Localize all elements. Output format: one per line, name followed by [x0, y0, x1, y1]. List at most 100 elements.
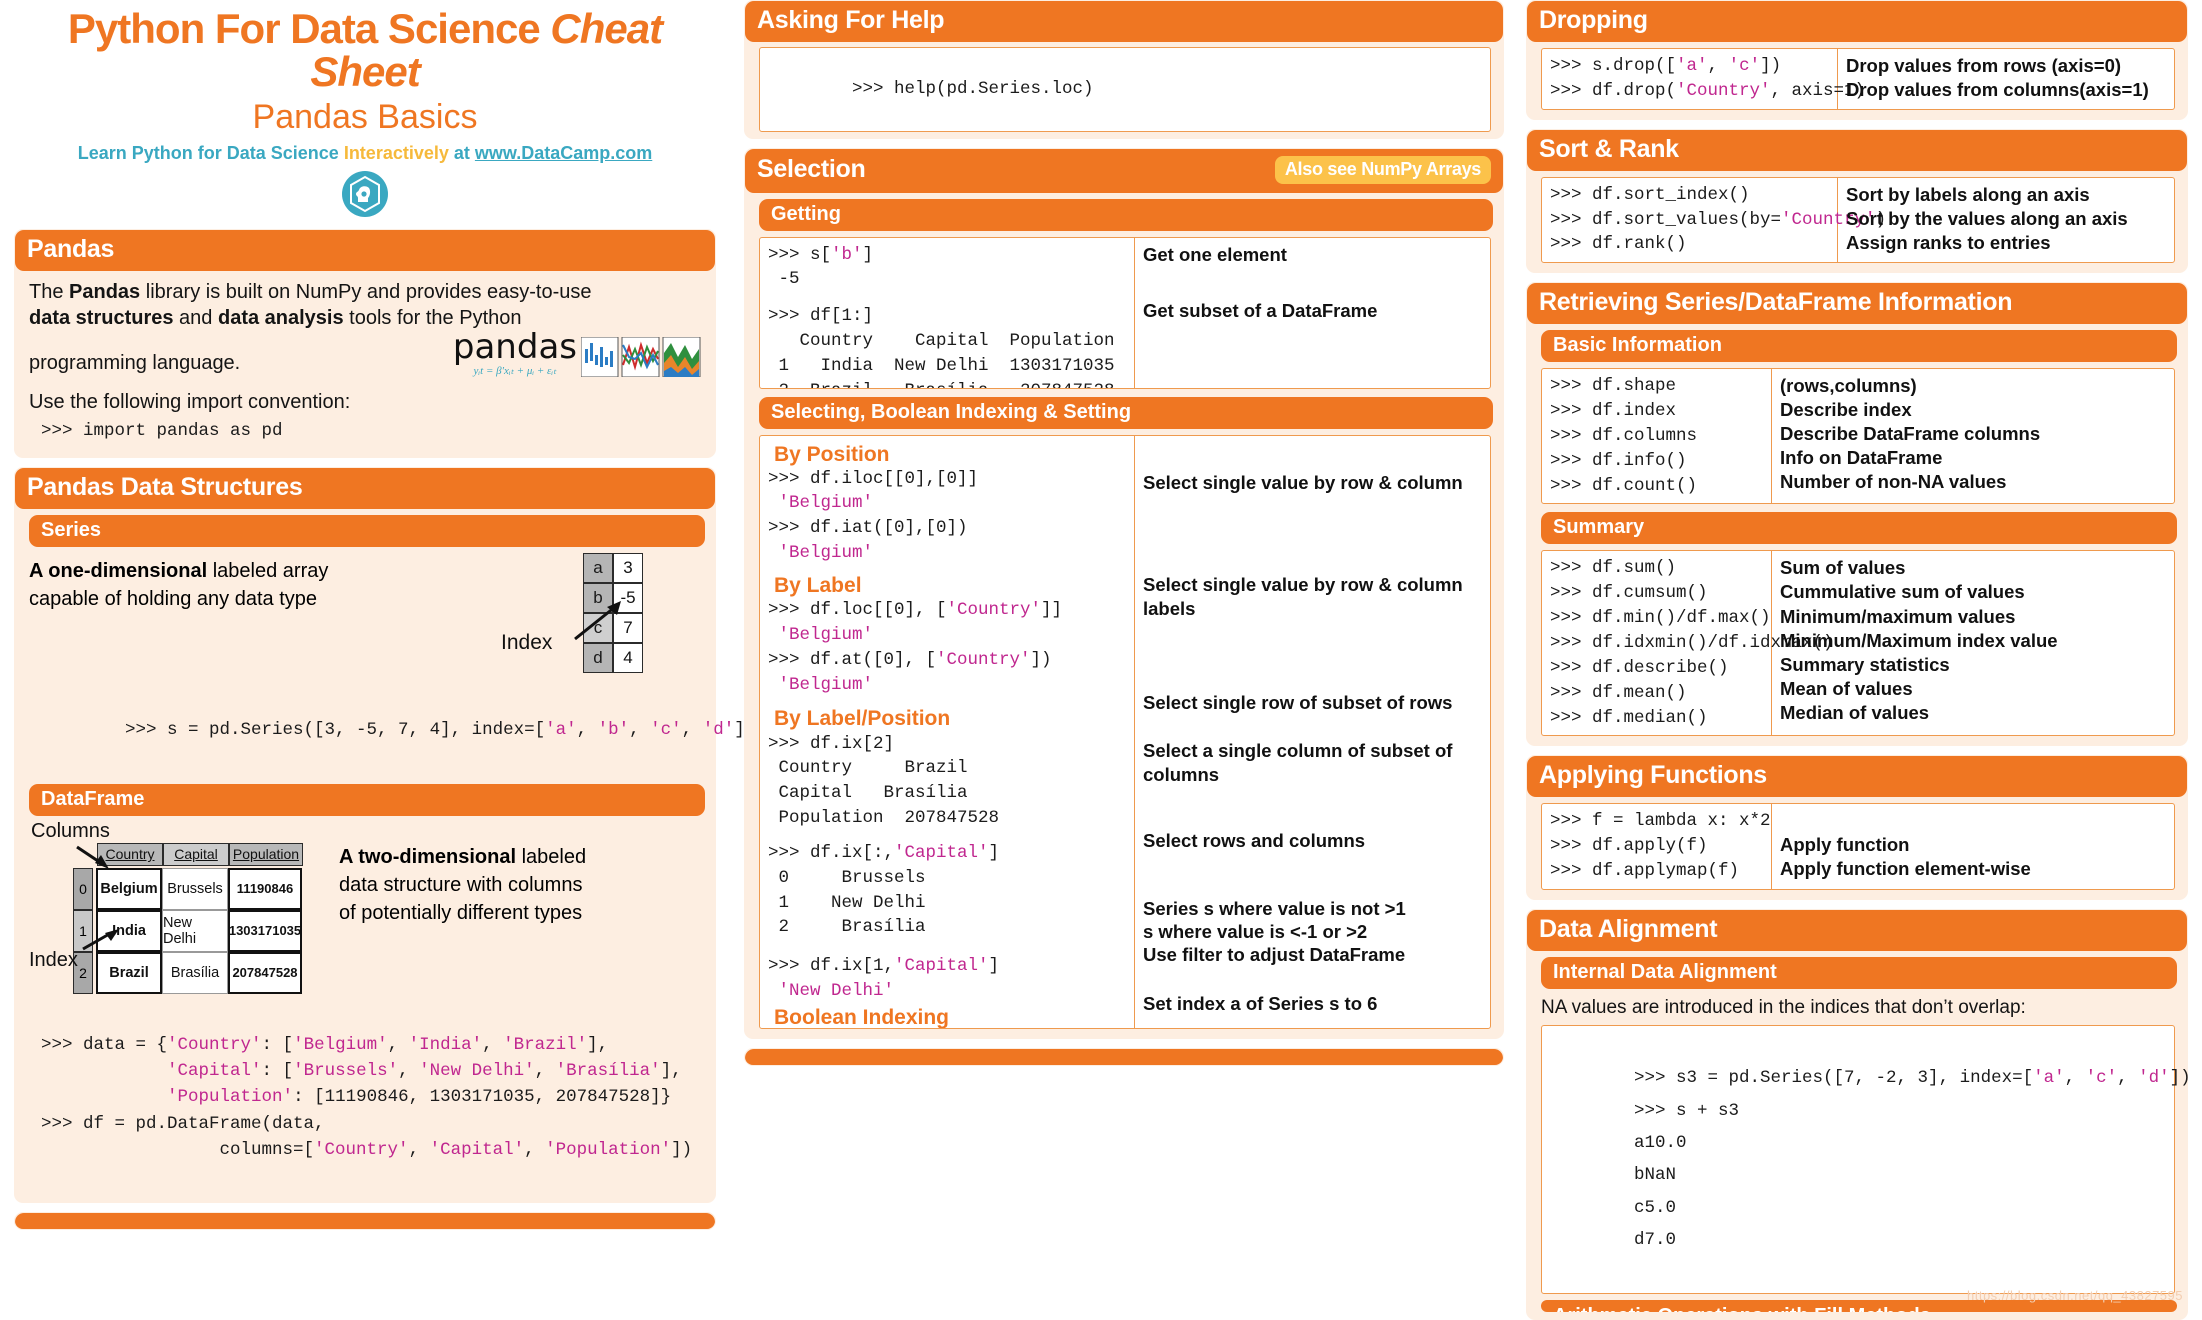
sort-rank-desc: Assign ranks to entries [1846, 231, 2051, 253]
df-desc-rest: labeled [516, 845, 587, 868]
basic-info-code: >>> df.index [1550, 401, 1677, 422]
pandas-desc-c: library is built on NumPy and provides e… [140, 280, 592, 303]
dataframe-cell: Brussels [162, 867, 228, 910]
alignment-note: NA values are introduced in the indices … [1541, 996, 2026, 1018]
pandas-desc-f: data analysis [217, 307, 344, 330]
dataframe-index-cell: 0 [73, 867, 93, 910]
section-data-structures-title: Pandas Data Structures [27, 473, 303, 501]
dataframe-code: >>> data = {'Country': ['Belgium', 'Indi… [41, 1034, 693, 1160]
selecting-code: >>> df.ix[1,'Capital'] 'New Delhi' [768, 956, 1000, 1002]
series-value-cell: 3 [613, 553, 643, 583]
summary-code: >>> df.cumsum() [1550, 583, 1708, 604]
dropping-desc: Drop values from columns(axis=1) [1846, 79, 2149, 101]
summary-table: >>> df.sum() >>> df.cumsum() >>> df.min(… [1541, 550, 2175, 737]
section-sort-rank: Sort & Rank >>> df.sort_index() >>> df.s… [1526, 128, 2188, 274]
selecting-desc: Series s where value is not >1 s where v… [1143, 897, 1406, 966]
section-dropping: Dropping >>> s.drop(['a', 'c']) >>> df.d… [1526, 0, 2188, 120]
getting-code: >>> df[1:] Country Capital Population 1 … [768, 306, 1115, 387]
import-convention-label: Use the following import convention: [29, 390, 351, 413]
dropping-desc: Drop values from rows (axis=0) [1846, 55, 2122, 76]
dataframe-cell: 207847528 [228, 951, 302, 994]
summary-desc: Mean of values [1780, 677, 1913, 699]
dataframe-index-label: Index [29, 948, 78, 971]
summary-code: >>> df.sum() [1550, 558, 1677, 579]
getting-table: >>> s['b'] -5 >>> df[1:] Country Capital… [759, 236, 1491, 389]
import-code: >>> import pandas as pd [41, 421, 283, 442]
section-dropping-header: Dropping [1527, 1, 2187, 42]
selecting-desc: Select single value by row & column labe… [1143, 573, 1463, 619]
selecting-desc: Select rows and columns [1143, 829, 1366, 851]
series-desc-rest: labeled array [207, 560, 329, 582]
section-pandas-header: Pandas [15, 229, 715, 271]
dataframe-cell: Brasília [162, 951, 228, 994]
table-row: Brazil Brasília 207847528 [96, 951, 302, 994]
basic-info-desc: Describe index [1780, 399, 1912, 421]
dataframe-cell: Belgium [96, 867, 162, 910]
applying-table: >>> f = lambda x: x*2 >>> df.apply(f) >>… [1541, 803, 2175, 890]
df-desc-line2: data structure with columns [339, 873, 583, 896]
summary-code: >>> df.min()/df.max() [1550, 608, 1771, 629]
dropping-code: >>> df.drop('Country', axis=1) [1550, 80, 1866, 101]
subsection-dataframe-header: DataFrame [29, 783, 705, 816]
pandas-desc-e: and [173, 307, 218, 330]
left-cut-section [14, 1212, 716, 1231]
section-sort-rank-header: Sort & Rank [1527, 129, 2187, 171]
section-pandas: Pandas The Pandas library is built on Nu… [14, 228, 716, 458]
section-selection-header: Selection Also see NumPy Arrays [745, 148, 1503, 193]
basic-info-table: >>> df.shape >>> df.index >>> df.columns… [1541, 368, 2175, 505]
also-see-numpy-badge[interactable]: Also see NumPy Arrays [1274, 155, 1491, 184]
sort-rank-code: >>> df.sort_values(by='Country') [1550, 209, 1887, 230]
subsection-selecting-header: Selecting, Boolean Indexing & Setting [759, 396, 1493, 429]
dataframe-cell: Brazil [96, 951, 162, 994]
dataframe-col-header: Population [229, 842, 303, 866]
section-retrieving-header: Retrieving Series/DataFrame Information [1527, 283, 2187, 325]
dataframe-description: A two-dimensional labeled data structure… [329, 843, 701, 927]
dataframe-cell: New Delhi [162, 909, 228, 952]
right-column: Dropping >>> s.drop(['a', 'c']) >>> df.d… [1522, 0, 2202, 1320]
section-help-header: Asking For Help [745, 1, 1503, 42]
summary-desc: Minimum/Maximum index value [1780, 629, 2058, 651]
basic-info-desc: (rows,columns) [1780, 375, 1917, 397]
series-code: >>> s = pd.Series([3, -5, 7, 4], index=[… [125, 719, 755, 740]
section-data-alignment: Data Alignment Internal Data Alignment N… [1526, 908, 2191, 1320]
section-data-structures-header: Pandas Data Structures [15, 468, 715, 509]
left-cut-header [15, 1213, 715, 1230]
dataframe-content: Columns Index Country Capital Population… [15, 816, 715, 994]
pandas-desc-a: The [29, 280, 70, 303]
applying-code: >>> f = lambda x: x*2 >>> df.apply(f) >>… [1550, 811, 1771, 882]
section-applying-header: Applying Functions [1527, 756, 2187, 798]
series-index-label: Index [501, 631, 553, 654]
datacamp-link[interactable]: www.DataCamp.com [475, 143, 652, 163]
pandas-logo-text: pandas [452, 327, 577, 368]
df-desc-bold: A two-dimensional [339, 845, 517, 868]
selecting-desc: Set index a of Series s to 6 [1143, 993, 1378, 1015]
section-alignment-header: Data Alignment [1527, 909, 2187, 951]
section-pandas-title: Pandas [27, 234, 115, 263]
basic-info-code: >>> df.columns [1550, 425, 1698, 446]
df-desc-line3: of potentially different types [339, 901, 583, 924]
dataframe-cell: 1303171035 [228, 909, 302, 952]
selecting-table: By Position >>> df.iloc[[0],[0]] 'Belgiu… [759, 434, 1491, 1029]
sort-rank-code: >>> df.rank() [1550, 234, 1687, 255]
pandas-desc-b: Pandas [69, 280, 141, 303]
summary-desc: Minimum/maximum values [1780, 605, 2016, 627]
summary-desc: Median of values [1780, 701, 1930, 723]
subsection-internal-alignment-header: Internal Data Alignment [1541, 956, 2177, 989]
sort-rank-table: >>> df.sort_index() >>> df.sort_values(b… [1541, 176, 2175, 264]
summary-code: >>> df.describe() [1550, 657, 1729, 678]
page-title: Python For Data Science Cheat Sheet Pand… [14, 7, 716, 219]
help-code: >>> help(pd.Series.loc) [759, 47, 1491, 132]
section-selection-title: Selection [757, 155, 866, 184]
series-index-arrow-icon [574, 601, 621, 641]
pandas-desc-g: tools for the Python [343, 307, 522, 330]
section-applying-functions: Applying Functions >>> f = lambda x: x*2… [1526, 755, 2188, 900]
section-sort-rank-title: Sort & Rank [1539, 134, 1679, 163]
tagline-pre: Learn Python for Data Science [77, 143, 344, 164]
tagline: Learn Python for Data Science Interactiv… [14, 144, 716, 162]
datacamp-logo [14, 169, 716, 219]
sort-rank-code: >>> df.sort_index() [1550, 184, 1750, 205]
dataframe-col-header: Capital [163, 842, 229, 866]
subsection-basic-info-header: Basic Information [1541, 330, 2177, 363]
dataframe-cell: 11190846 [228, 867, 302, 910]
tagline-mid: at [448, 143, 475, 164]
